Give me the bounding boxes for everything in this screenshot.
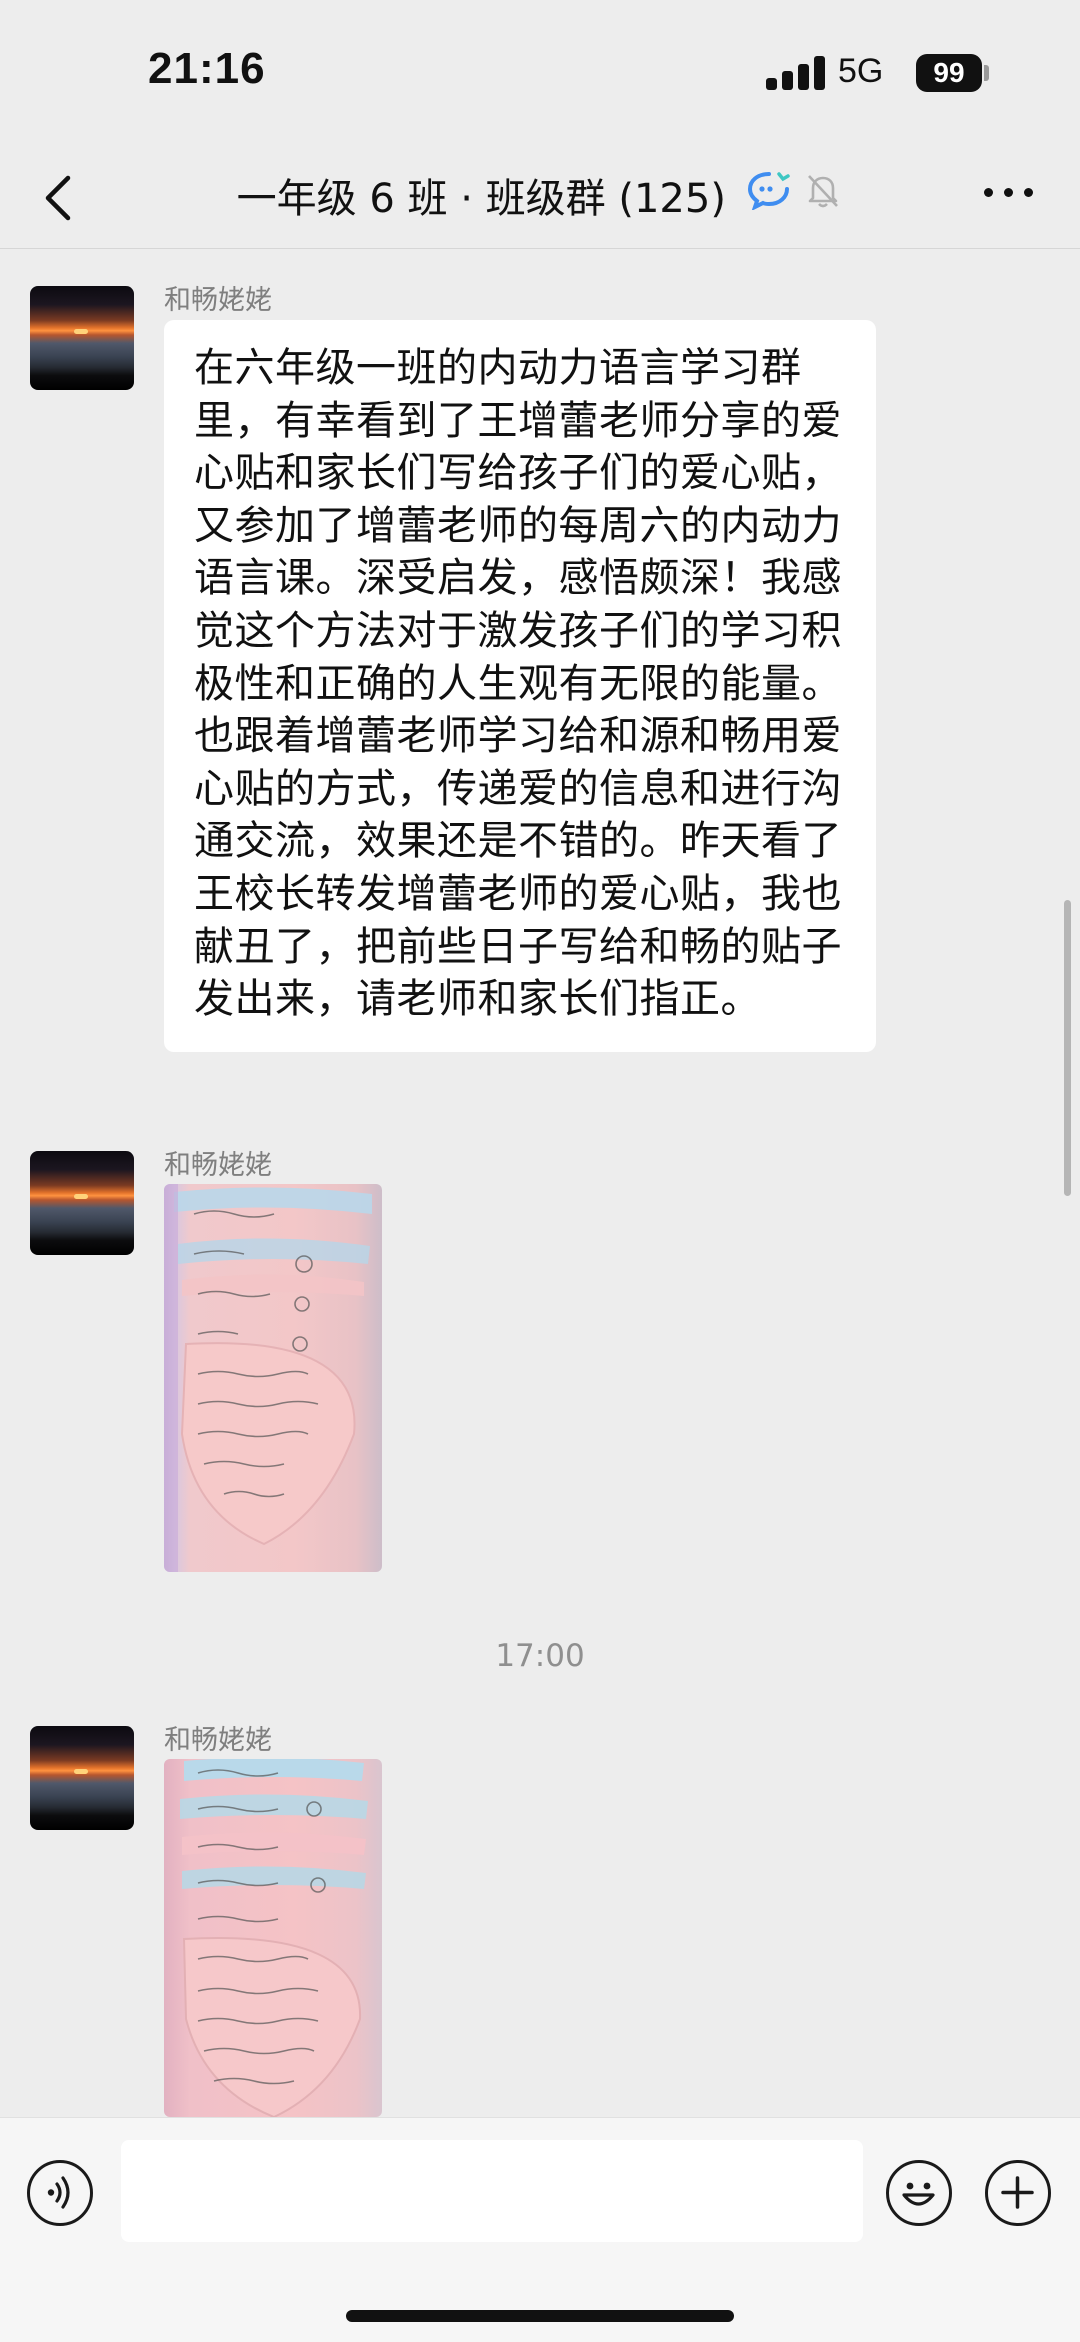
message-image[interactable] bbox=[164, 1759, 382, 2117]
more-icon[interactable] bbox=[984, 188, 1034, 208]
chat-bubble-icon bbox=[747, 172, 790, 211]
network-type: 5G bbox=[838, 52, 884, 90]
chat-title-text: 一年级 6 班 · 班级群 (125) bbox=[236, 176, 726, 222]
avatar[interactable] bbox=[30, 1151, 134, 1255]
chat-title[interactable]: 一年级 6 班 · 班级群 (125) bbox=[0, 166, 1080, 224]
status-bar: 21:16 5G 99 bbox=[0, 0, 1080, 150]
input-bar bbox=[0, 2117, 1080, 2342]
sender-name: 和畅姥姥 bbox=[164, 285, 272, 316]
message-image[interactable] bbox=[164, 1184, 382, 1572]
scrollbar[interactable] bbox=[1064, 900, 1071, 1196]
timestamp: 17:00 bbox=[495, 1638, 585, 1674]
message-input[interactable] bbox=[121, 2140, 863, 2242]
plus-icon[interactable] bbox=[985, 2160, 1051, 2226]
message-text: 在六年级一班的内动力语言学习群里，有幸看到了王增蕾老师分享的爱心贴和家长们写给孩… bbox=[194, 345, 842, 1023]
avatar[interactable] bbox=[30, 1726, 134, 1830]
emoji-icon[interactable] bbox=[886, 2160, 952, 2226]
home-indicator[interactable] bbox=[346, 2310, 734, 2322]
mute-bell-icon bbox=[808, 175, 839, 208]
message-bubble[interactable]: 在六年级一班的内动力语言学习群里，有幸看到了王增蕾老师分享的爱心贴和家长们写给孩… bbox=[164, 320, 876, 1052]
signal-icon bbox=[766, 56, 826, 90]
sender-name: 和畅姥姥 bbox=[164, 1725, 272, 1756]
battery-tip bbox=[984, 65, 989, 81]
voice-icon[interactable] bbox=[27, 2160, 93, 2226]
avatar[interactable] bbox=[30, 286, 134, 390]
status-time: 21:16 bbox=[148, 44, 266, 93]
nav-bar: 一年级 6 班 · 班级群 (125) bbox=[0, 150, 1080, 249]
battery-icon: 99 bbox=[916, 54, 982, 92]
sender-name: 和畅姥姥 bbox=[164, 1150, 272, 1181]
